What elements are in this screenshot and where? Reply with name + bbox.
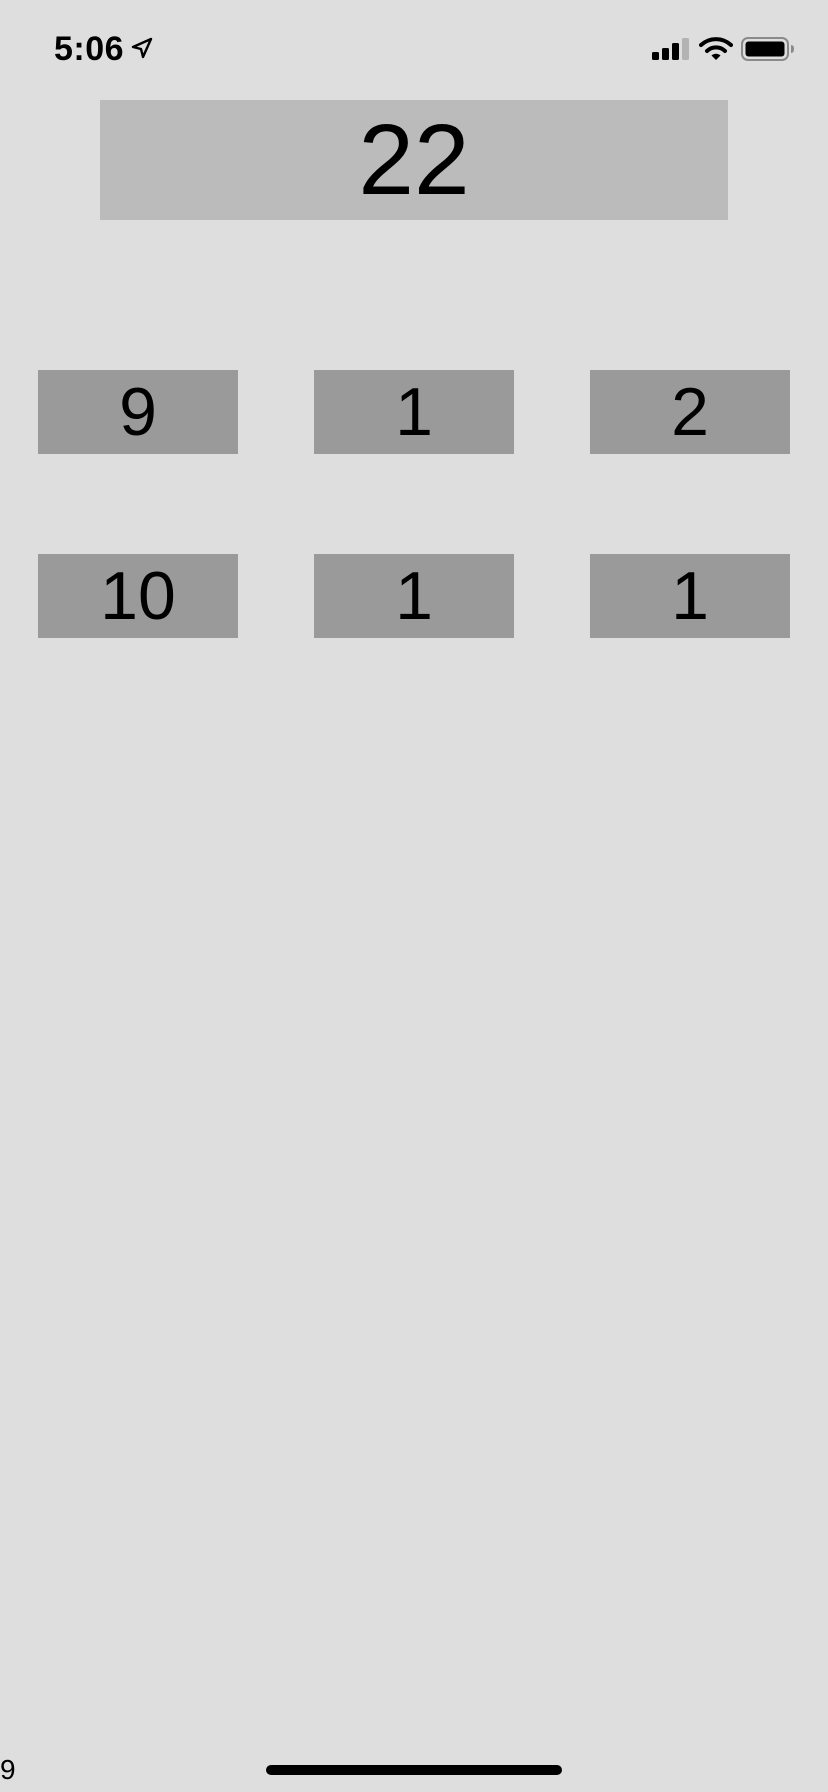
home-indicator[interactable]	[266, 1765, 562, 1775]
battery-icon	[741, 37, 794, 61]
status-time: 5:06	[54, 30, 125, 68]
number-cell-r1-c3[interactable]: 2	[590, 370, 790, 454]
total-display: 22	[100, 100, 728, 220]
wifi-icon	[699, 37, 733, 60]
number-cell-r1-c2[interactable]: 1	[314, 370, 514, 454]
number-cell-r2-c2[interactable]: 1	[314, 554, 514, 638]
cellular-signal-icon	[652, 38, 689, 60]
footer-label: 9	[0, 1754, 16, 1785]
number-cell-r2-c1[interactable]: 10	[38, 554, 238, 638]
number-cell-r1-c1[interactable]: 9	[38, 370, 238, 454]
status-bar: 5:06	[0, 0, 828, 100]
number-cell-r2-c3[interactable]: 1	[590, 554, 790, 638]
location-arrow-icon	[131, 37, 153, 59]
